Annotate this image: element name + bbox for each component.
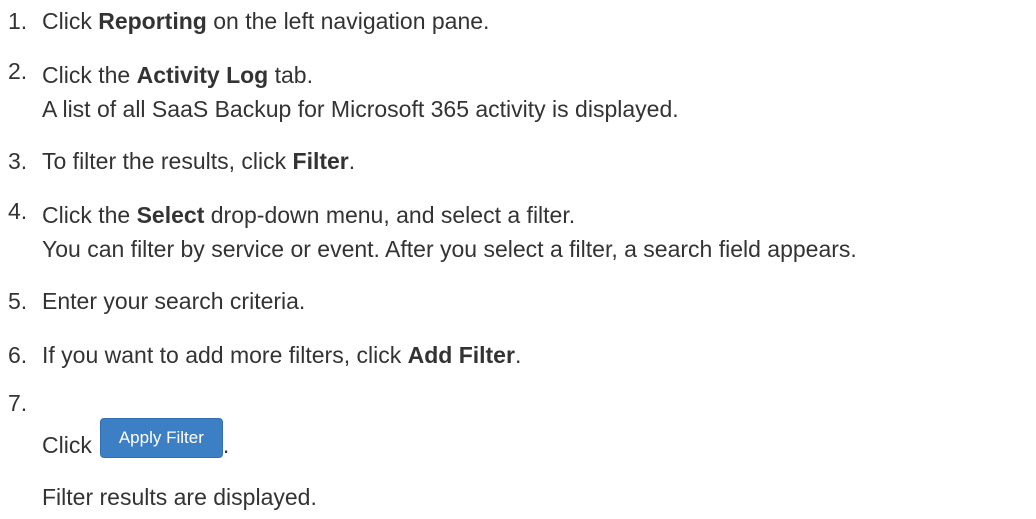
step-4: 4. Click the Select drop-down menu, and s… (8, 198, 857, 266)
step-note: You can filter by service or event. Afte… (42, 236, 857, 262)
step-text: on the left navigation pane. (206, 8, 490, 34)
apply-filter-button[interactable]: Apply Filter (99, 418, 223, 458)
ui-term-add-filter: Add Filter (407, 342, 515, 368)
step-text: Click (42, 8, 99, 34)
step-number: 2. (8, 58, 28, 84)
step-note: A list of all SaaS Backup for Microsoft … (42, 96, 679, 122)
step-text: . (222, 432, 230, 458)
step-3: 3. To filter the results, click Filter. (8, 144, 355, 178)
step-number: 4. (8, 198, 28, 224)
step-number: 5. (8, 288, 28, 314)
step-text: Click the (42, 202, 137, 228)
step-number: 1. (8, 8, 28, 34)
step-6: 6. If you want to add more filters, click… (8, 338, 521, 372)
step-text: drop-down menu, and select a filter. (204, 202, 576, 228)
step-text: . (348, 148, 356, 174)
step-text: . (514, 342, 522, 368)
step-text: tab. (268, 62, 313, 88)
ui-term-filter: Filter (292, 148, 349, 174)
step-1: 1. Click Reporting on the left navigation… (8, 4, 489, 38)
step-text: Enter your search criteria. (42, 288, 306, 314)
step-number: 3. (8, 148, 28, 174)
step-7: 7. Click Apply Filter. Filter results are… (8, 386, 317, 514)
ui-term-reporting: Reporting (98, 8, 207, 34)
step-text: Click (42, 432, 92, 458)
step-text: If you want to add more filters, click (42, 342, 408, 368)
step-text: Click the (42, 62, 137, 88)
step-2: 2. Click the Activity Log tab. A list of … (8, 58, 679, 126)
step-text: To filter the results, click (42, 148, 293, 174)
step-note: Filter results are displayed. (42, 484, 317, 510)
ui-term-activity-log: Activity Log (136, 62, 269, 88)
step-number: 6. (8, 342, 28, 368)
step-number: 7. (8, 390, 28, 416)
step-5: 5. Enter your search criteria. (8, 284, 305, 318)
ui-term-select: Select (136, 202, 205, 228)
